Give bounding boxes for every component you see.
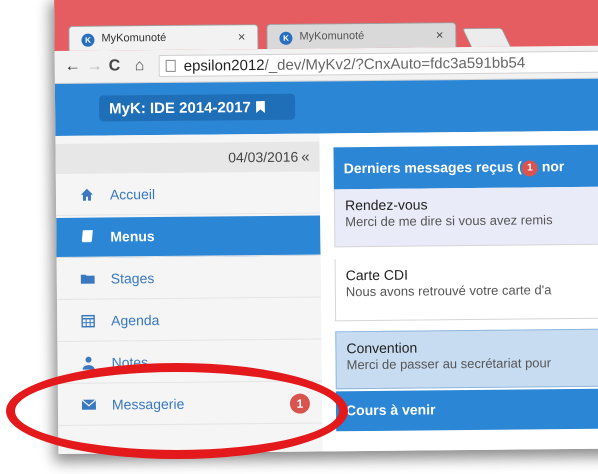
message-subject: Convention — [346, 339, 418, 357]
date-text: 04/03/2016 — [228, 148, 299, 166]
reload-icon[interactable]: C — [109, 57, 121, 75]
message-preview: Nous avons retrouvé votre carte d'a — [345, 282, 552, 300]
brand-button[interactable]: MyK: IDE 2014-2017 — [98, 93, 296, 122]
back-arrow-icon[interactable]: ← — [65, 58, 81, 76]
messages-count-badge: 1 — [521, 160, 538, 177]
courses-panel-title: Cours à venir — [345, 401, 436, 419]
browser-tab-active[interactable]: K MyKomunoté × — [68, 24, 259, 51]
courses-panel-header[interactable]: Cours à venir — [335, 387, 598, 432]
home-icon — [80, 188, 93, 201]
tab-title: MyKomunoté — [101, 31, 167, 45]
message-item[interactable]: Rendez-vous Merci de me dire si vous ave… — [333, 185, 598, 248]
messages-panel-header[interactable]: Derniers messages reçus (1 nor — [333, 143, 598, 190]
calendar-icon — [81, 314, 95, 328]
sidebar-item-label: Stages — [110, 270, 155, 287]
bookmark-icon — [256, 101, 265, 113]
screenshot: K MyKomunoté × K MyKomunoté × ← → C ⌂ ep… — [0, 0, 598, 474]
message-item[interactable]: Convention Merci de passer au secrétaria… — [335, 327, 598, 390]
page-icon — [165, 59, 176, 72]
sidebar-item-menus[interactable]: Menus — [56, 215, 321, 258]
browser-tab-inactive[interactable]: K MyKomunoté × — [266, 22, 457, 49]
message-subject: Carte CDI — [345, 266, 409, 284]
url-host: epsilon2012 — [183, 56, 265, 75]
close-tab-icon[interactable]: × — [238, 29, 246, 44]
message-subject: Rendez-vous — [344, 196, 428, 214]
sidebar-item-label: Agenda — [111, 312, 160, 329]
favicon-icon: K — [279, 31, 293, 45]
main-content: Derniers messages reçus (1 nor Rendez-vo… — [319, 130, 598, 454]
collapse-sidebar-icon[interactable]: « — [301, 149, 310, 166]
current-date: 04/03/2016 « — [228, 149, 310, 167]
sidebar-item-stages[interactable]: Stages — [56, 257, 321, 300]
folder-icon — [80, 274, 95, 284]
browser-toolbar: ← → C ⌂ epsilon2012/_dev/MyKv2/?CnxAuto=… — [54, 45, 598, 84]
favicon-icon: K — [81, 33, 95, 47]
highlight-ellipse — [6, 363, 348, 459]
sidebar-item-accueil[interactable]: Accueil — [55, 173, 321, 216]
sidebar-item-agenda[interactable]: Agenda — [56, 299, 322, 342]
forward-arrow-icon[interactable]: → — [87, 58, 103, 76]
book-icon — [81, 230, 93, 243]
message-preview: Merci de passer au secrétariat pour — [346, 355, 552, 373]
url-path: /_dev/MyKv2/?CnxAuto=fdc3a591bb54 — [264, 54, 526, 74]
messages-panel-title: Derniers messages reçus ( — [343, 158, 522, 177]
close-tab-icon[interactable]: × — [436, 27, 444, 42]
home-icon[interactable]: ⌂ — [135, 57, 145, 75]
address-bar[interactable]: epsilon2012/_dev/MyKv2/?CnxAuto=fdc3a591… — [158, 49, 598, 77]
brand-title: MyK: IDE 2014-2017 — [109, 99, 251, 118]
message-preview: Merci de me dire si vous avez remis — [345, 212, 553, 230]
app-header: MyK: IDE 2014-2017 — [54, 78, 598, 136]
sidebar-item-label: Accueil — [109, 186, 156, 203]
date-bar: 04/03/2016 « — [55, 141, 320, 174]
messages-panel-title-suffix: nor — [537, 158, 565, 175]
new-tab-button[interactable] — [461, 27, 511, 47]
tab-title: MyKomunoté — [299, 30, 365, 43]
message-item[interactable]: Carte CDI Nous avons retrouvé votre cart… — [334, 255, 598, 322]
user-icon — [82, 356, 95, 370]
sidebar-item-label: Menus — [110, 228, 155, 245]
